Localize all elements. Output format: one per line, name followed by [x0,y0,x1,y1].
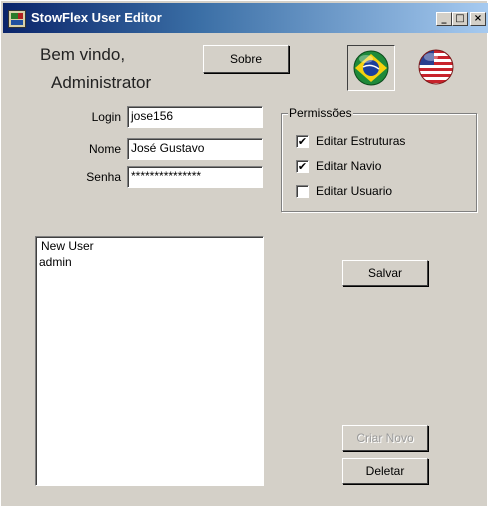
editar-estruturas-checkbox[interactable]: ✔ [296,135,309,148]
editar-usuario-checkbox[interactable] [296,185,309,198]
minimize-button[interactable]: _ [436,12,452,26]
title-bar[interactable]: StowFlex User Editor _ □ × [3,3,488,33]
editar-estruturas-label: Editar Estruturas [316,134,406,148]
senha-input[interactable]: *************** [127,166,263,188]
list-item[interactable]: admin [39,255,72,269]
login-input[interactable]: jose156 [127,106,263,128]
editar-navio-label: Editar Navio [316,159,382,173]
create-new-button[interactable]: Criar Novo [342,425,428,451]
nome-input[interactable]: José Gustavo [127,138,263,160]
list-item[interactable]: New User [41,239,94,253]
brazil-language-button[interactable] [347,45,395,91]
editar-usuario-label: Editar Usuario [316,184,393,198]
permissions-title: Permissões [288,106,353,120]
window-title: StowFlex User Editor [31,10,162,25]
app-icon [8,10,26,28]
user-list[interactable]: New User admin [35,236,264,486]
login-label: Login [91,110,121,124]
about-button[interactable]: Sobre [203,45,289,73]
brazil-flag-icon [353,50,389,86]
close-button[interactable]: × [470,12,486,26]
welcome-username: Administrator [51,73,152,92]
usa-language-button[interactable] [413,45,461,91]
editar-navio-checkbox[interactable]: ✔ [296,160,309,173]
user-editor-window: StowFlex User Editor _ □ × Bem vindo, Ad… [0,0,488,506]
maximize-button[interactable]: □ [452,12,468,26]
usa-flag-icon [418,49,454,85]
nome-label: Nome [88,142,121,156]
welcome-greeting: Bem vindo, [40,45,126,64]
delete-button[interactable]: Deletar [342,458,428,484]
senha-label: Senha [86,170,121,184]
save-button[interactable]: Salvar [342,260,428,286]
